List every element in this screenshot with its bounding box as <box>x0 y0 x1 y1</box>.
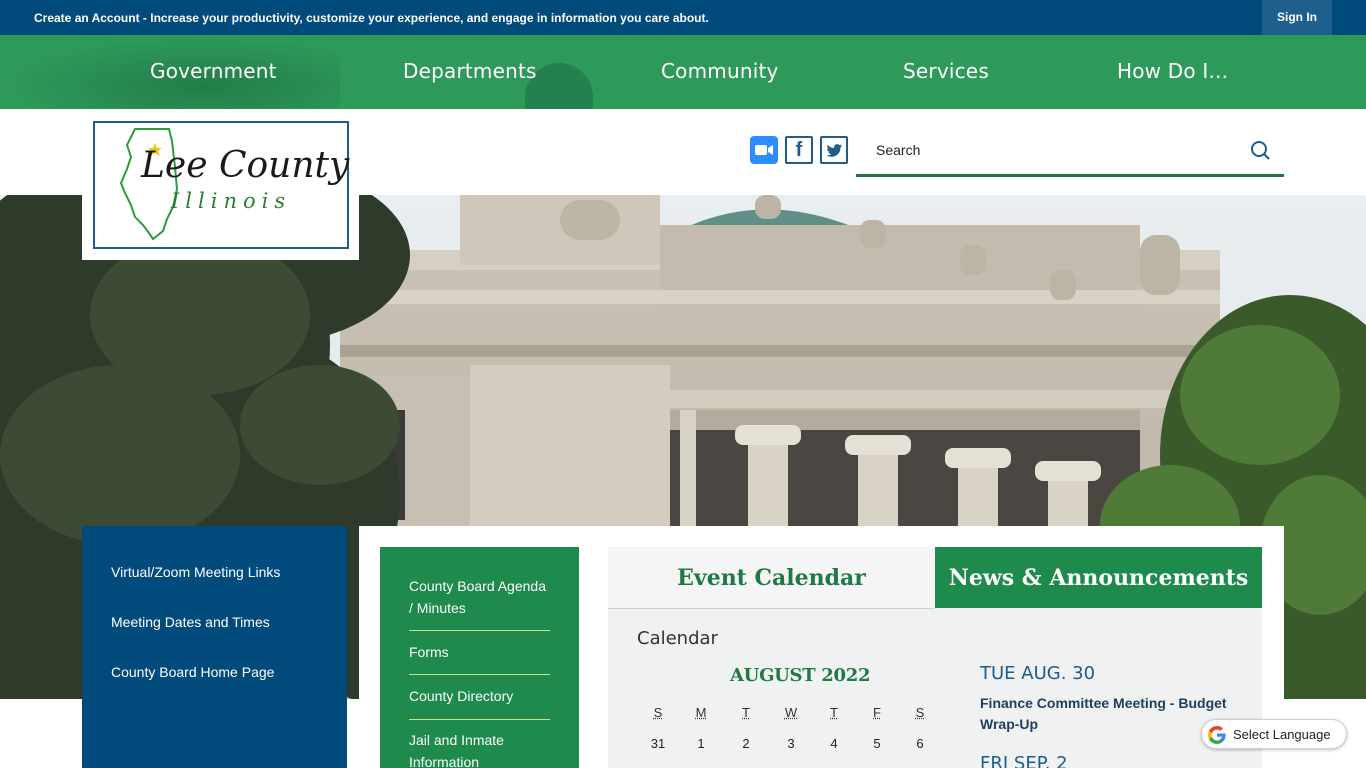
link-divider <box>409 719 550 720</box>
calendar-day[interactable]: 6 <box>908 736 932 751</box>
quick-link-meeting-dates[interactable]: Meeting Dates and Times <box>111 614 270 630</box>
google-icon <box>1208 726 1226 744</box>
calendar-dow: S <box>653 705 663 720</box>
board-links-panel: County Board Agenda / Minutes Forms Coun… <box>380 547 579 768</box>
tab-event-calendar[interactable]: Event Calendar <box>608 547 935 609</box>
nav-item-government[interactable]: Government <box>150 59 277 83</box>
select-language-label: Select Language <box>1233 727 1331 742</box>
nav-item-how-do-i[interactable]: How Do I... <box>1117 59 1228 83</box>
calendar-day[interactable]: 2 <box>734 736 758 751</box>
calendar-day[interactable]: 4 <box>822 736 846 751</box>
board-link-agenda-minutes[interactable]: County Board Agenda / Minutes <box>409 575 550 619</box>
board-link-forms[interactable]: Forms <box>409 641 550 663</box>
site-search <box>856 128 1284 177</box>
calendar-day[interactable]: 31 <box>646 736 670 751</box>
calendar-dow: M <box>695 705 707 720</box>
zoom-icon[interactable] <box>750 136 778 164</box>
quick-link-board-home[interactable]: County Board Home Page <box>111 664 274 680</box>
link-divider <box>409 630 550 631</box>
board-link-jail-inmate[interactable]: Jail and Inmate Information <box>409 729 550 768</box>
quick-link-zoom-meetings[interactable]: Virtual/Zoom Meeting Links <box>111 564 280 580</box>
select-language-button[interactable]: Select Language <box>1201 719 1347 749</box>
calendar-dow: T <box>742 705 750 720</box>
calendar-month: AUGUST 2022 <box>730 665 871 686</box>
logo-frame: Lee County Illinois <box>93 121 349 249</box>
sign-in-button[interactable]: Sign In <box>1262 0 1332 35</box>
quick-links-panel: Virtual/Zoom Meeting Links Meeting Dates… <box>82 526 347 768</box>
nav-item-community[interactable]: Community <box>661 59 779 83</box>
event-date: TUE AUG. 30 <box>980 663 1096 684</box>
create-account-message[interactable]: Create an Account - Increase your produc… <box>34 11 709 25</box>
search-input[interactable] <box>856 128 1236 172</box>
nav-item-departments[interactable]: Departments <box>403 59 537 83</box>
calendar-dow: W <box>784 705 798 720</box>
calendar-dow: T <box>830 705 838 720</box>
calendar-day[interactable]: 3 <box>779 736 803 751</box>
create-account-link[interactable]: Create an Account <box>34 11 140 25</box>
site-logo[interactable]: Lee County Illinois <box>82 109 359 260</box>
facebook-icon[interactable]: f <box>785 136 813 164</box>
calendar-day[interactable]: 1 <box>689 736 713 751</box>
calendar-news-widget: Event Calendar News & Announcements Cale… <box>608 547 1262 768</box>
search-icon[interactable] <box>1248 138 1274 164</box>
logo-title: Lee County <box>141 145 350 186</box>
logo-subtitle: Illinois <box>171 189 292 213</box>
calendar-dow: S <box>915 705 925 720</box>
main-navigation: Government Departments Community Service… <box>0 35 1366 109</box>
calendar-heading: Calendar <box>637 628 718 649</box>
nav-item-services[interactable]: Services <box>903 59 989 83</box>
calendar-dow: F <box>873 705 881 720</box>
account-bar: Create an Account - Increase your produc… <box>0 0 1366 35</box>
link-divider <box>409 674 550 675</box>
board-link-directory[interactable]: County Directory <box>409 685 550 707</box>
calendar-day[interactable]: 5 <box>865 736 889 751</box>
twitter-icon[interactable] <box>820 136 848 164</box>
tab-news-announcements[interactable]: News & Announcements <box>935 547 1262 608</box>
event-date: FRI SEP. 2 <box>980 753 1068 768</box>
create-account-text: - Increase your productivity, customize … <box>139 11 709 25</box>
